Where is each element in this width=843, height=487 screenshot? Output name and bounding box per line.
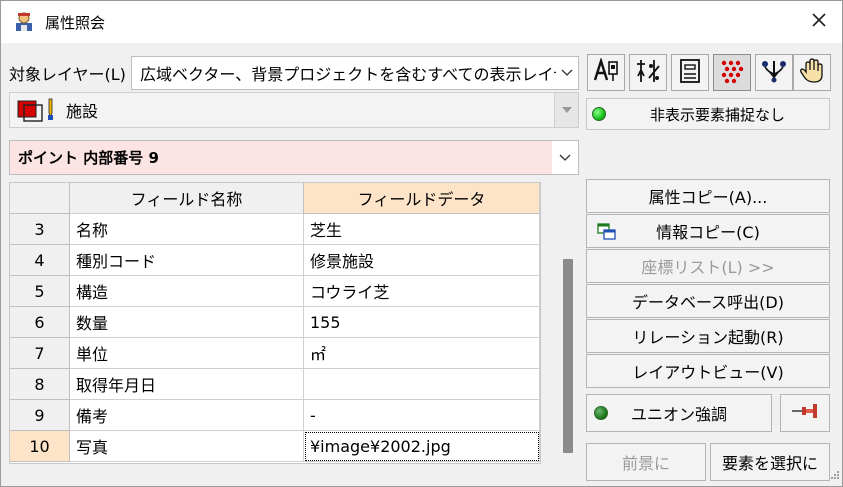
feature-class-value: 施設 [66,102,99,121]
field-value-cell[interactable]: 修景施設 [304,245,540,276]
row-number: 9 [10,400,70,431]
select-element-button[interactable]: 要素を選択に [710,443,830,481]
attribute-grid[interactable]: フィールド名称 フィールドデータ 3 名称 芝生 4 種別コード 修景施設 5 … [9,182,541,464]
coordinate-list-button[interactable]: 座標リスト(L) >> [586,249,830,283]
database-call-button[interactable]: データベース呼出(D) [586,284,830,318]
field-value-cell[interactable]: ㎡ [304,338,540,369]
dot-grid-icon [718,58,746,88]
field-name-header[interactable]: フィールド名称 [70,183,304,214]
pick-arrow-icon [760,58,788,88]
point-select-value: ポイント 内部番号 9 [10,141,552,174]
chevron-down-icon [556,57,578,89]
facility-swatch-icon [16,97,58,123]
layer-select[interactable]: 広域ベクター、背景プロジェクトを含むすべての表示レイヤー [131,56,579,90]
field-name-cell: 名称 [70,214,304,245]
field-value-cell[interactable] [304,369,540,400]
table-row[interactable]: 10 写真 ¥image¥2002.jpg [10,431,540,462]
table-row[interactable]: 4 種別コード 修景施設 [10,245,540,276]
foreground-button[interactable]: 前景に [586,443,706,481]
attribute-inquiry-window: 属性照会 対象レイヤー(L) 広域ベクター、背景プロジェクトを含むすべての表示レ… [0,0,843,487]
grid-scrollbar-thumb[interactable] [563,259,573,453]
union-led-icon [594,406,608,420]
tool-button-dots[interactable] [713,54,751,91]
field-name-cell: 種別コード [70,245,304,276]
field-value-cell[interactable]: - [304,400,540,431]
point-select[interactable]: ポイント 内部番号 9 [9,140,579,175]
balance-scale-icon [634,58,662,88]
field-value-cell[interactable]: 芝生 [304,214,540,245]
feature-class-select[interactable]: 施設 [9,92,579,128]
tool-button-balance[interactable] [629,54,667,91]
attribute-a-icon [592,56,620,88]
table-row[interactable]: 8 取得年月日 [10,369,540,400]
field-name-cell: 数量 [70,307,304,338]
row-number: 5 [10,276,70,307]
pushpin-icon [790,401,820,425]
row-number: 3 [10,214,70,245]
window-title: 属性照会 [45,14,106,32]
field-name-cell: 備考 [70,400,304,431]
table-row[interactable]: 3 名称 芝生 [10,214,540,245]
tool-button-attribute[interactable] [587,54,625,91]
row-number: 10 [10,431,70,462]
hand-icon [798,57,826,88]
table-row[interactable]: 7 単位 ㎡ [10,338,540,369]
field-name-cell: 写真 [70,431,304,462]
app-icon [13,11,35,33]
pin-button[interactable] [780,394,830,432]
title-bar: 属性照会 [1,1,842,43]
table-row[interactable]: 9 備考 - [10,400,540,431]
field-data-header[interactable]: フィールドデータ [304,183,540,214]
close-icon [811,12,827,32]
triangle-down-icon [554,93,578,127]
info-copy-label: 情報コピー(C) [656,223,760,242]
layout-view-button[interactable]: レイアウトビュー(V) [586,354,830,388]
grid-corner [10,183,70,214]
tool-button-form[interactable] [671,54,709,91]
field-name-cell: 取得年月日 [70,369,304,400]
status-led-icon [592,107,606,121]
attribute-copy-button[interactable]: 属性コピー(A)... [586,179,830,213]
status-text: 非表示要素捕捉なし [649,105,785,124]
field-name-cell: 構造 [70,276,304,307]
form-icon [676,58,704,88]
table-row[interactable]: 5 構造 コウライ芝 [10,276,540,307]
grid-header-row: フィールド名称 フィールドデータ [10,183,540,214]
field-value-cell[interactable]: ¥image¥2002.jpg [304,431,540,462]
row-number: 6 [10,307,70,338]
field-name-cell: 単位 [70,338,304,369]
info-copy-button[interactable]: 情報コピー(C) [586,214,830,248]
field-value-cell[interactable]: コウライ芝 [304,276,540,307]
chevron-down-icon [552,154,578,162]
table-row[interactable]: 6 数量 155 [10,307,540,338]
row-number: 7 [10,338,70,369]
union-highlight-label: ユニオン強調 [630,405,727,424]
copy-windows-icon [597,223,617,245]
close-button[interactable] [796,1,842,43]
tool-button-hand[interactable] [793,54,831,91]
field-value-cell[interactable]: 155 [304,307,540,338]
resize-grip-icon[interactable] [830,465,840,484]
row-number: 4 [10,245,70,276]
relation-launch-button[interactable]: リレーション起動(R) [586,319,830,353]
layer-select-value: 広域ベクター、背景プロジェクトを含むすべての表示レイヤー [140,65,556,84]
hidden-capture-status: 非表示要素捕捉なし [586,98,830,130]
tool-button-pick[interactable] [755,54,793,91]
row-number: 8 [10,369,70,400]
union-highlight-button[interactable]: ユニオン強調 [586,394,772,432]
layer-label: 対象レイヤー(L) [9,65,126,84]
